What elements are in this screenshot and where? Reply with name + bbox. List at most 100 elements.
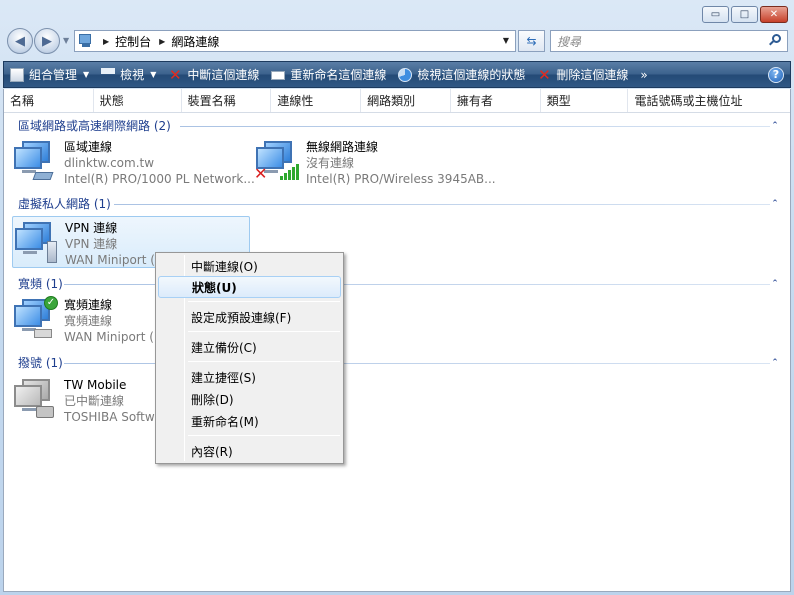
disable-x-icon: ✕ [169, 65, 182, 84]
disable-label: 中斷這個連線 [187, 68, 260, 82]
column-header-type[interactable]: 類型 [541, 89, 629, 112]
group-header-dialup[interactable]: 撥號 (1) [18, 354, 63, 370]
connection-item-wireless[interactable]: ✕ 無線網路連線 沒有連線 Intel(R) PRO/Wireless 3945… [254, 136, 496, 188]
delete-label: 刪除這個連線 [556, 68, 629, 82]
column-header-status[interactable]: 狀態 [94, 89, 182, 112]
views-icon [101, 67, 116, 82]
breadcrumb-control-panel[interactable]: 控制台 [115, 33, 151, 50]
column-header-owner[interactable]: 擁有者 [451, 89, 541, 112]
group-header-vpn[interactable]: 虛擬私人網路 (1) [18, 195, 111, 211]
address-row: ◀ ▶ ▼ ▶ 控制台 ▶ 網路連線 ▼ ⇆ 搜尋 [0, 26, 794, 56]
control-panel-icon [79, 34, 95, 48]
chevron-down-icon: ▼ [83, 70, 90, 79]
rename-connection-button[interactable]: 重新命名這個連線 [265, 62, 392, 87]
column-headers: 名稱 狀態 裝置名稱 連線性 網路類別 擁有者 類型 電話號碼或主機位址 [4, 89, 790, 113]
connection-device: Intel(R) PRO/Wireless 3945AB... [306, 172, 496, 186]
wireless-network-icon: ✕ [254, 136, 306, 186]
search-input[interactable]: 搜尋 [550, 30, 788, 52]
breadcrumb-network-connections[interactable]: 網路連線 [171, 33, 219, 50]
dialup-network-icon [12, 374, 64, 424]
menu-item-create-backup[interactable]: 建立備份(C) [158, 336, 341, 358]
modem-icon [34, 329, 52, 338]
back-button[interactable]: ◀ [7, 28, 33, 54]
window-frame: ▭ □ ✕ ◀ ▶ ▼ ▶ 控制台 ▶ 網路連線 ▼ ⇆ 搜尋 組合管理 ▼ 檢… [0, 0, 794, 595]
close-button[interactable]: ✕ [760, 6, 788, 23]
column-header-phone-host[interactable]: 電話號碼或主機位址 [628, 89, 790, 112]
rename-icon [271, 71, 286, 80]
collapse-group-icon[interactable]: ⌃ [770, 279, 780, 289]
connection-name: 寬頻連線 [64, 298, 113, 312]
menu-item-create-shortcut[interactable]: 建立捷徑(S) [158, 366, 341, 388]
forward-arrow-icon: ▶ [42, 33, 52, 49]
organize-button[interactable]: 組合管理 ▼ [4, 62, 95, 87]
breadcrumb-separator-icon[interactable]: ▶ [103, 37, 109, 46]
connection-device: Intel(R) PRO/1000 PL Network... [64, 172, 255, 186]
status-icon [398, 67, 413, 82]
column-header-network-category[interactable]: 網路類別 [361, 89, 451, 112]
organize-icon [10, 67, 24, 82]
window-controls: ▭ □ ✕ [702, 6, 788, 23]
column-header-connectivity[interactable]: 連線性 [271, 89, 362, 112]
connection-item-local[interactable]: 區域連線 dlinktw.com.tw Intel(R) PRO/1000 PL… [12, 136, 255, 188]
forward-button[interactable]: ▶ [34, 28, 60, 54]
group-header-lan[interactable]: 區域網路或高速網際網路 (2) [18, 117, 171, 133]
view-button[interactable]: 檢視 ▼ [95, 62, 162, 87]
column-header-device[interactable]: 裝置名稱 [182, 89, 272, 112]
menu-item-rename[interactable]: 重新命名(M) [158, 410, 341, 432]
server-icon [47, 241, 57, 263]
maximize-icon: □ [739, 8, 750, 20]
refresh-icon: ⇆ [526, 34, 537, 48]
disconnected-x-icon: ✕ [254, 164, 268, 183]
chevron-down-icon: ▼ [150, 70, 157, 79]
recent-pages-dropdown[interactable]: ▼ [63, 36, 69, 45]
connection-name: TW Mobile [64, 378, 127, 392]
collapse-group-icon[interactable]: ⌃ [770, 199, 780, 209]
close-icon: ✕ [769, 8, 779, 20]
delete-x-icon: ✕ [538, 65, 551, 84]
view-status-label: 檢視這個連線的狀態 [417, 68, 526, 82]
command-bar: 組合管理 ▼ 檢視 ▼ ✕ 中斷這個連線 重新命名這個連線 檢視這個連線的狀態 … [3, 61, 791, 88]
vpn-network-icon [13, 217, 65, 267]
connection-name: 區域連線 [64, 140, 113, 154]
delete-connection-button[interactable]: ✕ 刪除這個連線 [531, 62, 634, 87]
group-divider [180, 126, 770, 127]
minimize-icon: ▭ [710, 8, 721, 20]
help-icon[interactable]: ? [768, 67, 784, 83]
menu-item-delete[interactable]: 刪除(D) [158, 388, 341, 410]
context-menu: 中斷連線(O) 狀態(U) 設定成預設連線(F) 建立備份(C) 建立捷徑(S)… [155, 252, 344, 464]
more-commands-button[interactable]: » [634, 62, 653, 87]
collapse-group-icon[interactable]: ⌃ [770, 121, 780, 131]
rename-label: 重新命名這個連線 [290, 68, 387, 82]
maximize-button[interactable]: □ [731, 6, 758, 23]
menu-separator [188, 361, 340, 362]
view-status-button[interactable]: 檢視這個連線的狀態 [392, 62, 531, 87]
menu-separator [188, 301, 340, 302]
menu-item-status[interactable]: 狀態(U) [158, 276, 341, 298]
group-header-broadband[interactable]: 寬頻 (1) [18, 275, 63, 291]
menu-item-set-default[interactable]: 設定成預設連線(F) [158, 306, 341, 328]
disable-connection-button[interactable]: ✕ 中斷這個連線 [162, 62, 265, 87]
group-divider [114, 204, 770, 205]
minimize-button[interactable]: ▭ [702, 6, 729, 23]
menu-item-disconnect[interactable]: 中斷連線(O) [158, 255, 341, 277]
connected-check-icon: ✓ [44, 296, 58, 310]
connection-status: dlinktw.com.tw [64, 156, 155, 170]
address-dropdown-icon[interactable]: ▼ [503, 36, 509, 45]
connection-device: TOSHIBA Softwa [64, 410, 163, 424]
collapse-group-icon[interactable]: ⌃ [770, 358, 780, 368]
refresh-button[interactable]: ⇆ [518, 30, 545, 52]
breadcrumb-separator-icon[interactable]: ▶ [159, 37, 165, 46]
connection-status: 已中斷連線 [64, 394, 125, 408]
menu-separator [188, 435, 340, 436]
connection-device: WAN Miniport ( [64, 330, 154, 344]
column-header-name[interactable]: 名稱 [4, 89, 94, 112]
search-placeholder: 搜尋 [557, 34, 582, 49]
phone-icon [36, 406, 54, 418]
connection-status: VPN 連線 [65, 237, 118, 251]
more-commands-icon: » [640, 67, 648, 82]
search-icon[interactable] [768, 34, 782, 48]
menu-item-properties[interactable]: 內容(R) [158, 440, 341, 462]
connection-status: 沒有連線 [306, 156, 355, 170]
organize-label: 組合管理 [29, 68, 78, 82]
address-bar[interactable]: ▶ 控制台 ▶ 網路連線 ▼ [74, 30, 516, 52]
